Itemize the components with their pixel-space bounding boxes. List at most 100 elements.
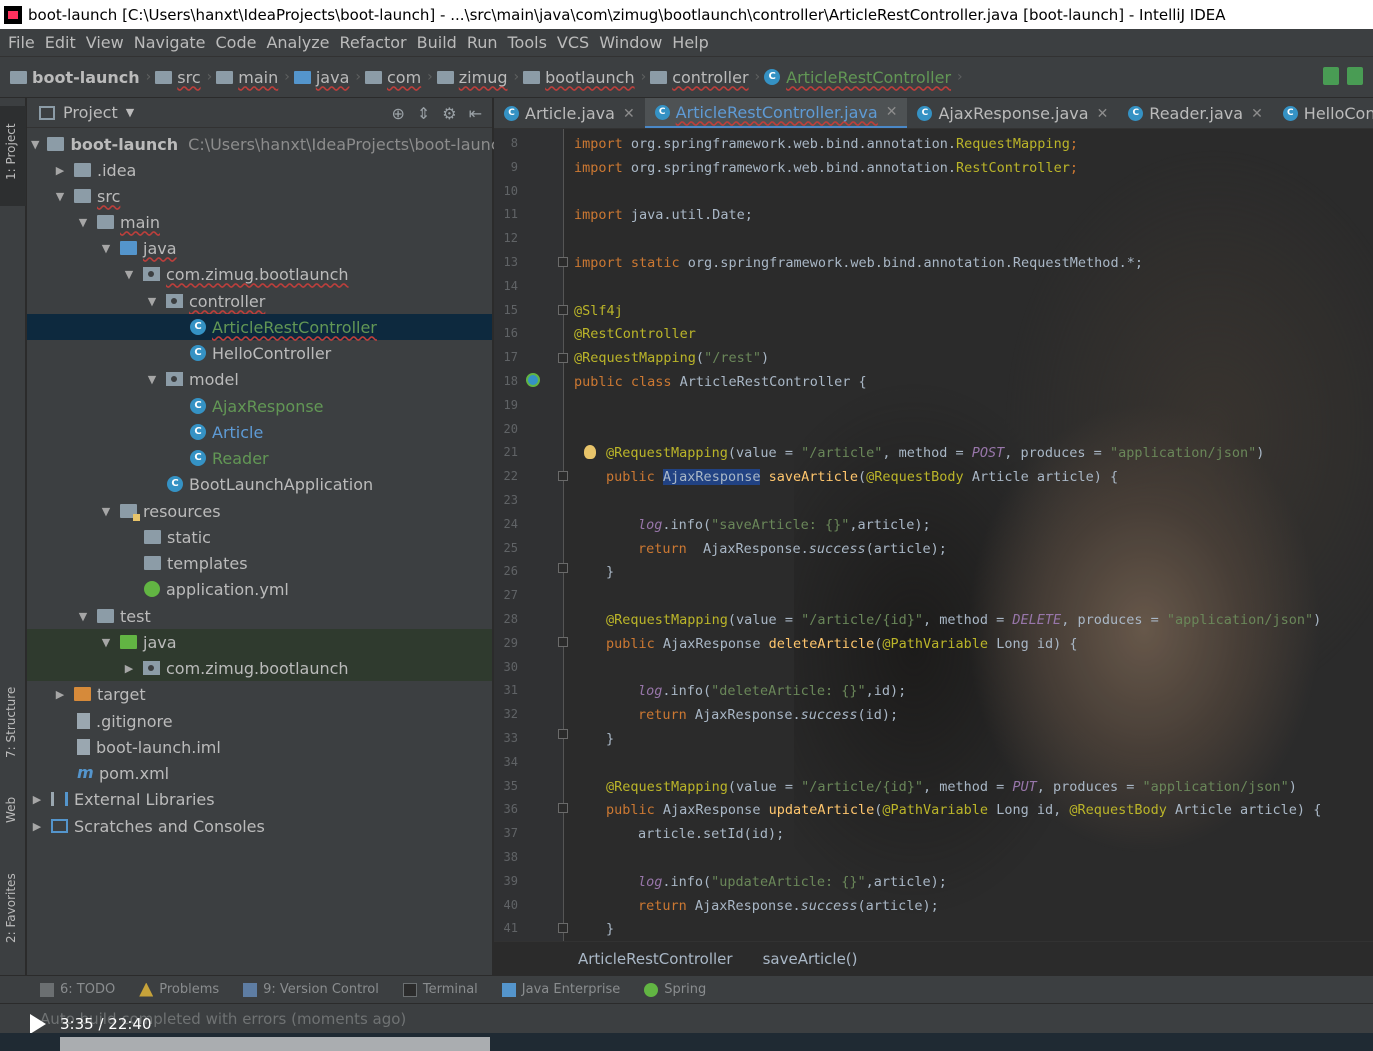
chevron-down-icon[interactable]: ▼	[100, 505, 112, 518]
hide-panel-icon[interactable]: ⇤	[469, 104, 482, 123]
tree-item-boot-launch-application[interactable]: C BootLaunchApplication	[27, 471, 492, 497]
project-view-selector[interactable]: Project	[63, 103, 118, 122]
crumb-class[interactable]: C ArticleRestController ›	[764, 68, 963, 87]
crumb-main[interactable]: main ›	[216, 68, 290, 87]
tree-item-resources[interactable]: ▼ resources	[27, 498, 492, 524]
tree-item-application-yml[interactable]: application.yml	[27, 576, 492, 602]
tree-item-src[interactable]: ▼ src	[27, 183, 492, 209]
code-editor[interactable]: 8 9 10 11 12 13 14 15 16 17 18 19 20 21 …	[494, 129, 1373, 941]
menu-build[interactable]: Build	[415, 29, 465, 57]
locate-icon[interactable]: ⊕	[391, 104, 404, 123]
crumb-src[interactable]: src ›	[155, 68, 212, 87]
tree-item-ajax-response[interactable]: C AjaxResponse	[27, 393, 492, 419]
menu-edit[interactable]: Edit	[43, 29, 84, 57]
close-icon[interactable]: ✕	[623, 106, 635, 122]
tree-item-package[interactable]: ▼ com.zimug.bootlaunch	[27, 261, 492, 287]
tree-item-test-package[interactable]: ▶ com.zimug.bootlaunch	[27, 655, 492, 681]
tree-item-test-java[interactable]: ▼ java	[27, 629, 492, 655]
chevron-right-icon[interactable]: ▶	[31, 793, 43, 806]
tab-article-java[interactable]: C Article.java ✕	[494, 98, 645, 128]
tree-item-main[interactable]: ▼ main	[27, 209, 492, 235]
tab-spring[interactable]: Spring	[644, 982, 706, 997]
breadcrumb-class[interactable]: ArticleRestController	[578, 950, 733, 968]
menu-navigate[interactable]: Navigate	[132, 29, 214, 57]
spring-icon[interactable]	[1347, 67, 1363, 85]
crumb-zimug[interactable]: zimug ›	[436, 68, 519, 87]
menu-tools[interactable]: Tools	[506, 29, 555, 57]
tree-item-boot-launch[interactable]: ▼ boot-launch C:\Users\hanxt\IdeaProjects\…	[27, 131, 510, 157]
close-icon[interactable]: ✕	[1097, 106, 1109, 122]
chevron-right-icon[interactable]: ▶	[54, 164, 66, 177]
tree-item-article[interactable]: C Article	[27, 419, 492, 445]
tree-item-static[interactable]: static	[27, 524, 492, 550]
menu-run[interactable]: Run	[465, 29, 506, 57]
tab-reader[interactable]: C Reader.java ✕	[1118, 98, 1273, 128]
tree-item-gitignore[interactable]: .gitignore	[27, 708, 492, 734]
menu-code[interactable]: Code	[214, 29, 265, 57]
collapse-all-icon[interactable]: ⇕	[417, 104, 430, 123]
build-icon[interactable]	[1323, 67, 1339, 85]
web-tool-tab[interactable]: Web	[0, 783, 26, 843]
tree-item-iml[interactable]: boot-launch.iml	[27, 734, 492, 760]
menu-file[interactable]: File	[6, 29, 43, 57]
fold-marker[interactable]	[558, 257, 568, 267]
chevron-right-icon[interactable]: ▶	[31, 820, 43, 833]
chevron-down-icon[interactable]: ▼	[146, 373, 158, 386]
chevron-right-icon[interactable]: ▶	[54, 688, 66, 701]
tree-item-external-libraries[interactable]: ▶ External Libraries	[27, 786, 492, 812]
tree-item-java[interactable]: ▼ java	[27, 235, 492, 261]
fold-marker[interactable]	[558, 637, 568, 647]
favorites-tool-tab[interactable]: 2: Favorites	[0, 863, 26, 963]
tab-terminal[interactable]: Terminal	[402, 982, 478, 997]
tab-java-enterprise[interactable]: Java Enterprise	[501, 982, 620, 997]
chevron-down-icon[interactable]: ▼	[146, 295, 158, 308]
structure-tool-tab[interactable]: 7: Structure	[0, 658, 26, 768]
taskbar-search[interactable]	[60, 1037, 490, 1051]
tab-todo[interactable]: 6: TODO	[40, 982, 115, 997]
tree-item-reader[interactable]: C Reader	[27, 445, 492, 471]
close-icon[interactable]: ✕	[1251, 106, 1263, 122]
tree-item-pom[interactable]: m pom.xml	[27, 760, 492, 786]
chevron-down-icon[interactable]: ▼	[123, 268, 135, 281]
tab-problems[interactable]: Problems	[139, 982, 219, 997]
tab-article-rest-controller[interactable]: C ArticleRestController.java ✕	[644, 98, 908, 128]
fold-marker[interactable]	[558, 563, 568, 573]
tree-item-target[interactable]: ▶ target	[27, 681, 492, 707]
tab-hello-controller[interactable]: CHelloController	[1273, 98, 1373, 128]
close-icon[interactable]: ✕	[886, 104, 898, 120]
breadcrumb-method[interactable]: saveArticle()	[763, 950, 858, 968]
tab-ajax-response[interactable]: C AjaxResponse.java ✕	[907, 98, 1118, 128]
menu-view[interactable]: View	[84, 29, 132, 57]
chevron-right-icon[interactable]: ▶	[123, 662, 135, 675]
menu-refactor[interactable]: Refactor	[338, 29, 415, 57]
chevron-down-icon[interactable]: ▼	[77, 216, 89, 229]
menu-vcs[interactable]: VCS	[555, 29, 597, 57]
fold-marker[interactable]	[558, 729, 568, 739]
crumb-com[interactable]: com ›	[364, 68, 433, 87]
chevron-down-icon[interactable]: ▼	[54, 190, 66, 203]
project-tool-tab[interactable]: 1: Project	[0, 106, 26, 206]
tree-item-article-rest-controller[interactable]: C ArticleRestController	[27, 314, 492, 340]
tree-item-idea[interactable]: ▶ .idea	[27, 157, 492, 183]
chevron-down-icon[interactable]: ▼	[31, 138, 39, 151]
tree-item-templates[interactable]: templates	[27, 550, 492, 576]
chevron-down-icon[interactable]: ▼	[126, 106, 134, 119]
crumb-java[interactable]: java ›	[293, 68, 361, 87]
fold-marker[interactable]	[558, 305, 568, 315]
tree-item-test[interactable]: ▼ test	[27, 603, 492, 629]
crumb-bootlaunch[interactable]: bootlaunch ›	[523, 68, 646, 87]
menu-analyze[interactable]: Analyze	[264, 29, 337, 57]
menu-window[interactable]: Window	[597, 29, 670, 57]
menu-help[interactable]: Help	[670, 29, 716, 57]
gear-icon[interactable]: ⚙	[442, 104, 456, 123]
chevron-down-icon[interactable]: ▼	[100, 636, 112, 649]
spring-bean-gutter-icon[interactable]	[526, 373, 540, 387]
tree-item-controller[interactable]: ▼ controller	[27, 288, 492, 314]
fold-marker[interactable]	[558, 353, 568, 363]
tab-version-control[interactable]: 9: Version Control	[243, 982, 379, 997]
tree-item-scratches[interactable]: ▶ Scratches and Consoles	[27, 813, 492, 839]
fold-marker[interactable]	[558, 803, 568, 813]
play-icon[interactable]	[30, 1014, 46, 1034]
crumb-project[interactable]: boot-launch ›	[10, 68, 151, 87]
tree-item-model[interactable]: ▼ model	[27, 366, 492, 392]
